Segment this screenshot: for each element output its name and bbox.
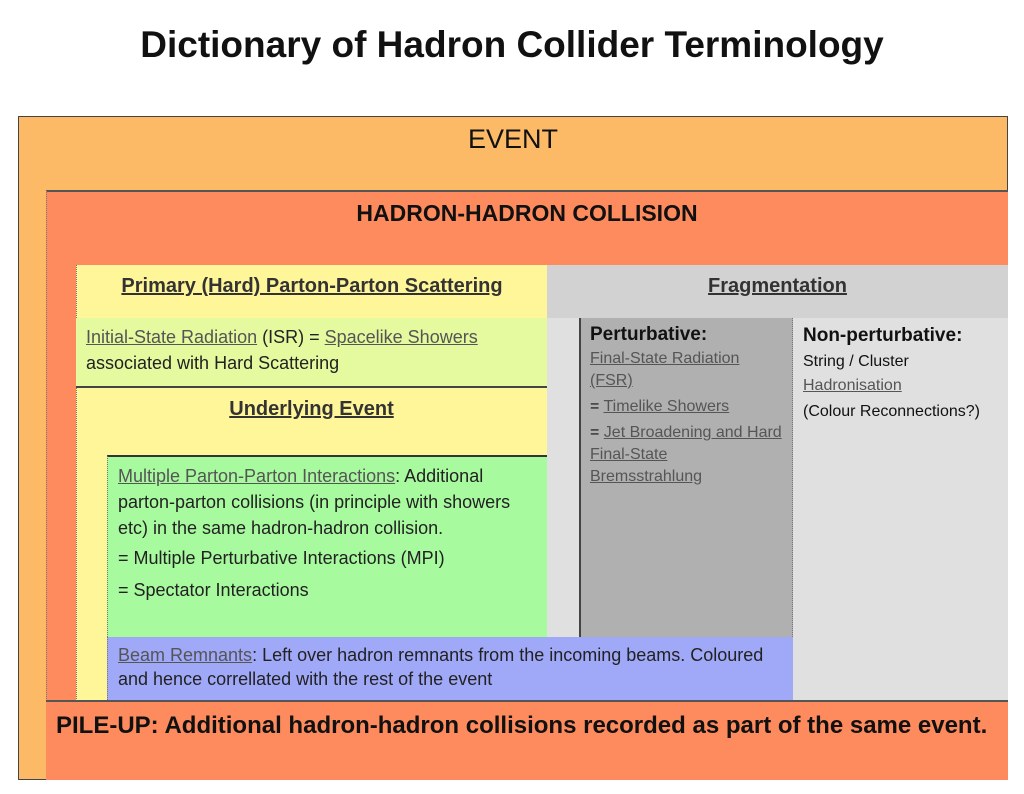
mpi-box: Multiple Parton-Parton Interactions: Add… bbox=[107, 455, 547, 637]
eq-sign: = bbox=[590, 398, 604, 415]
pileup-text: PILE-UP: Additional hadron-hadron collis… bbox=[56, 712, 988, 739]
timelike-showers-link[interactable]: Timelike Showers bbox=[604, 398, 730, 415]
perturbative-box: Perturbative: Final-State Radiation (FSR… bbox=[579, 318, 793, 637]
underlying-event-heading[interactable]: Underlying Event bbox=[76, 398, 547, 421]
jet-broadening-link[interactable]: Jet Broadening and Hard Final-State Brem… bbox=[590, 424, 782, 485]
hadron-collision-label: HADRON-HADRON COLLISION bbox=[356, 200, 698, 226]
eq-sign: = bbox=[590, 424, 604, 441]
page-title: Dictionary of Hadron Collider Terminolog… bbox=[140, 24, 884, 65]
beam-remnants-box: Beam Remnants: Left over hadron remnants… bbox=[107, 637, 793, 700]
fsr-link[interactable]: Final-State Radiation (FSR) bbox=[590, 350, 739, 389]
isr-box: Initial-State Radiation (ISR) = Spacelik… bbox=[76, 318, 547, 388]
hadronisation-link[interactable]: Hadronisation bbox=[803, 377, 902, 394]
fragmentation-header: Fragmentation bbox=[547, 265, 1008, 318]
colour-reconnections: (Colour Reconnections?) bbox=[803, 403, 980, 420]
mpi-eq2: = Spectator Interactions bbox=[118, 580, 309, 600]
event-label: EVENT bbox=[467, 124, 559, 154]
string-cluster: String / Cluster bbox=[803, 353, 909, 370]
mpi-eq1: = Multiple Perturbative Interactions (MP… bbox=[118, 548, 445, 568]
pileup-box: PILE-UP: Additional hadron-hadron collis… bbox=[46, 700, 1008, 780]
nonperturbative-box: Non-perturbative: String / Cluster Hadro… bbox=[793, 318, 1007, 637]
isr-link[interactable]: Initial-State Radiation bbox=[86, 327, 257, 347]
isr-mid: (ISR) = bbox=[257, 327, 325, 347]
primary-scattering-header: Primary (Hard) Parton-Parton Scattering bbox=[76, 265, 547, 318]
nonperturbative-heading: Non-perturbative: bbox=[803, 325, 963, 346]
isr-rest: associated with Hard Scattering bbox=[86, 353, 340, 373]
fragmentation-heading[interactable]: Fragmentation bbox=[547, 275, 1008, 298]
primary-scattering-heading[interactable]: Primary (Hard) Parton-Parton Scattering bbox=[77, 275, 547, 298]
perturbative-heading: Perturbative: bbox=[590, 324, 708, 345]
spacelike-showers-link[interactable]: Spacelike Showers bbox=[325, 327, 478, 347]
beam-remnants-link[interactable]: Beam Remnants bbox=[118, 645, 252, 665]
mpi-link[interactable]: Multiple Parton-Parton Interactions bbox=[118, 466, 395, 486]
